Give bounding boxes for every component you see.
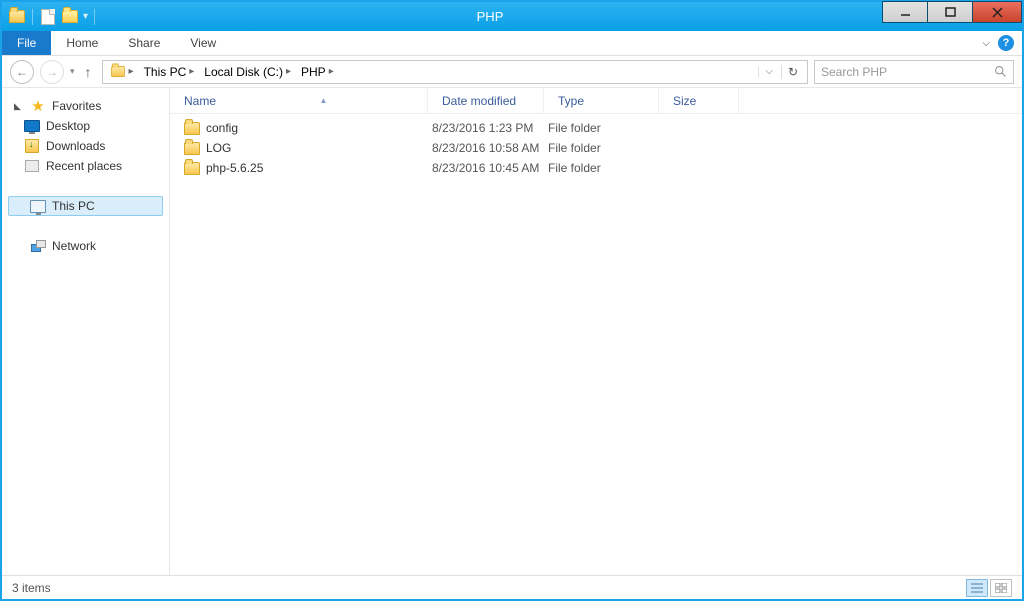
search-box[interactable] — [814, 60, 1014, 84]
computer-icon — [30, 198, 46, 214]
breadcrumb-label: This PC — [144, 65, 187, 79]
window-title: PHP — [97, 9, 883, 24]
close-button[interactable] — [972, 1, 1022, 23]
thumbnails-view-button[interactable] — [990, 579, 1012, 597]
folder-icon — [184, 162, 200, 175]
star-icon: ★ — [30, 98, 46, 114]
network-group: ▷ Network — [8, 236, 163, 256]
column-label: Size — [673, 94, 696, 108]
qat-dropdown-icon[interactable]: ▾ — [83, 11, 88, 22]
search-input[interactable] — [821, 65, 994, 79]
file-name: LOG — [206, 141, 231, 155]
help-icon[interactable]: ? — [998, 35, 1014, 51]
title-bar: ▾ PHP — [2, 2, 1022, 31]
file-row[interactable]: php-5.6.25 8/23/2016 10:45 AMFile folder — [170, 158, 1022, 178]
separator — [94, 9, 95, 25]
status-text: 3 items — [12, 581, 51, 595]
file-type: File folder — [544, 141, 659, 155]
folder-icon — [184, 122, 200, 135]
file-date: 8/23/2016 10:58 AM — [428, 141, 544, 155]
column-type[interactable]: Type — [544, 88, 659, 113]
minimize-button[interactable] — [882, 1, 928, 23]
sidebar-network[interactable]: ▷ Network — [8, 236, 163, 256]
ribbon-tabs: File Home Share View ⌵ ? — [2, 31, 1022, 56]
address-bar[interactable]: ▸ This PC▸ Local Disk (C:)▸ PHP▸ ⌵ ↻ — [102, 60, 808, 84]
file-type: File folder — [544, 161, 659, 175]
file-date: 8/23/2016 10:45 AM — [428, 161, 544, 175]
sort-indicator-icon: ▲ — [320, 96, 328, 105]
quick-access-toolbar: ▾ — [2, 8, 97, 26]
history-dropdown-icon[interactable]: ▾ — [70, 66, 75, 77]
folder-icon — [184, 142, 200, 155]
sidebar-desktop[interactable]: Desktop — [8, 116, 163, 136]
file-type: File folder — [544, 121, 659, 135]
details-view-button[interactable] — [966, 579, 988, 597]
navigation-bar: ← → ▾ ↑ ▸ This PC▸ Local Disk (C:)▸ PHP▸… — [2, 56, 1022, 88]
sidebar-label: Favorites — [52, 99, 101, 113]
collapse-icon: ◣ — [14, 101, 24, 112]
sidebar-label: Recent places — [46, 159, 122, 173]
sidebar-favorites[interactable]: ◣ ★ Favorites — [8, 96, 163, 116]
breadcrumb-root-icon[interactable]: ▸ — [106, 61, 138, 83]
search-icon — [994, 65, 1007, 78]
file-name: php-5.6.25 — [206, 161, 263, 175]
file-row[interactable]: config 8/23/2016 1:23 PMFile folder — [170, 118, 1022, 138]
breadcrumb-local-disk[interactable]: Local Disk (C:)▸ — [200, 61, 295, 83]
status-bar: 3 items — [2, 575, 1022, 599]
sidebar-label: Downloads — [46, 139, 105, 153]
column-size[interactable]: Size — [659, 88, 739, 113]
separator — [32, 9, 33, 25]
column-label: Type — [558, 94, 584, 108]
sidebar-downloads[interactable]: Downloads — [8, 136, 163, 156]
file-row[interactable]: LOG 8/23/2016 10:58 AMFile folder — [170, 138, 1022, 158]
sidebar-label: Desktop — [46, 119, 90, 133]
sidebar-this-pc[interactable]: ▷ This PC — [8, 196, 163, 216]
open-folder-icon[interactable] — [61, 8, 79, 26]
ribbon-tab-view[interactable]: View — [175, 31, 231, 55]
app-folder-icon — [8, 8, 26, 26]
file-name: config — [206, 121, 238, 135]
file-rows: config8/23/2016 1:23 PMFile folderLOG8/2… — [170, 114, 1022, 575]
forward-button[interactable]: → — [40, 60, 64, 84]
ribbon-tab-home[interactable]: Home — [51, 31, 113, 55]
ribbon-tab-file[interactable]: File — [2, 31, 51, 55]
refresh-button[interactable]: ↻ — [781, 65, 804, 79]
content-body: ◣ ★ Favorites Desktop Downloads Recent p… — [2, 88, 1022, 575]
breadcrumb-this-pc[interactable]: This PC▸ — [140, 61, 199, 83]
explorer-window: ▾ PHP File Home Share View ⌵ ? ← → ▾ ↑ — [0, 0, 1024, 601]
view-toggle — [966, 579, 1012, 597]
sidebar-recent-places[interactable]: Recent places — [8, 156, 163, 176]
back-button[interactable]: ← — [10, 60, 34, 84]
breadcrumb-label: Local Disk (C:) — [204, 65, 283, 79]
new-file-icon[interactable] — [39, 8, 57, 26]
window-controls — [883, 2, 1022, 31]
column-headers: Name ▲ Date modified Type Size — [170, 88, 1022, 114]
address-dropdown-icon[interactable]: ⌵ — [758, 66, 779, 77]
sidebar-label: Network — [52, 239, 96, 253]
network-icon — [30, 238, 46, 254]
ribbon-collapse-icon[interactable]: ⌵ — [982, 38, 990, 49]
desktop-icon — [24, 118, 40, 134]
breadcrumb-label: PHP — [301, 65, 326, 79]
recent-places-icon — [24, 158, 40, 174]
downloads-icon — [24, 138, 40, 154]
column-name[interactable]: Name ▲ — [170, 88, 428, 113]
up-button[interactable]: ↑ — [81, 64, 96, 80]
maximize-button[interactable] — [927, 1, 973, 23]
column-date[interactable]: Date modified — [428, 88, 544, 113]
ribbon-tab-share[interactable]: Share — [113, 31, 175, 55]
file-date: 8/23/2016 1:23 PM — [428, 121, 544, 135]
thispc-group: ▷ This PC — [8, 196, 163, 216]
file-list-area: Name ▲ Date modified Type Size config 8/2… — [170, 88, 1022, 575]
favorites-group: ◣ ★ Favorites Desktop Downloads Recent p… — [8, 96, 163, 176]
breadcrumb-php[interactable]: PHP▸ — [297, 61, 338, 83]
column-label: Date modified — [442, 94, 516, 108]
column-label: Name — [184, 94, 216, 108]
sidebar: ◣ ★ Favorites Desktop Downloads Recent p… — [2, 88, 170, 575]
sidebar-label: This PC — [52, 199, 95, 213]
